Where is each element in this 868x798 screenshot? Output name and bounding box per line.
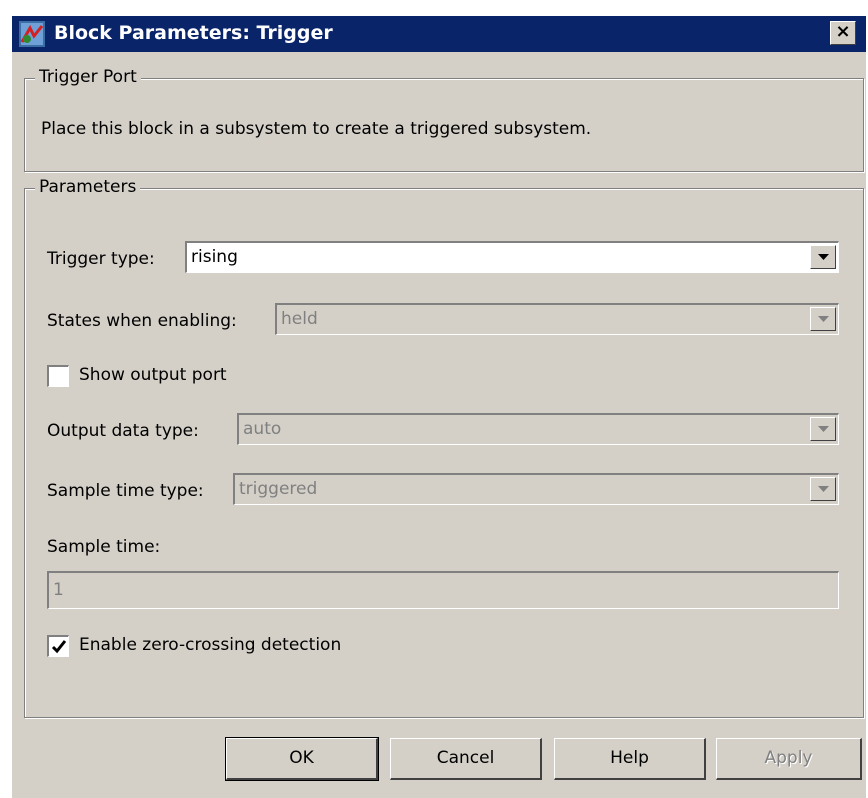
trigger-type-select[interactable]: rising <box>185 241 839 273</box>
sample-time-label: Sample time: <box>47 537 161 557</box>
output-data-type-label: Output data type: <box>47 421 199 441</box>
cancel-button[interactable]: Cancel <box>390 738 542 780</box>
ok-button[interactable]: OK <box>225 737 379 781</box>
parameters-group: Parameters Trigger type: rising States w… <box>24 177 864 718</box>
parameters-group-legend: Parameters <box>35 177 141 197</box>
title-bar[interactable]: Block Parameters: Trigger × <box>12 16 866 52</box>
chevron-down-icon <box>810 307 836 331</box>
sample-time-type-label: Sample time type: <box>47 481 204 501</box>
apply-button[interactable]: Apply <box>716 738 862 780</box>
chevron-down-icon[interactable] <box>810 245 836 269</box>
show-output-port-checkbox[interactable] <box>47 365 69 387</box>
sample-time-input[interactable]: 1 <box>47 571 839 609</box>
sample-time-value: 1 <box>53 580 64 600</box>
states-when-enabling-label: States when enabling: <box>47 311 237 331</box>
sample-time-type-value: triggered <box>239 479 318 499</box>
dialog-window: Block Parameters: Trigger × Trigger Port… <box>10 14 866 798</box>
checkmark-icon <box>51 640 67 654</box>
window-title: Block Parameters: Trigger <box>54 22 333 44</box>
close-icon: × <box>835 21 851 42</box>
sample-time-type-select[interactable]: triggered <box>233 473 839 505</box>
states-when-enabling-select[interactable]: held <box>275 303 839 335</box>
simulink-block-icon <box>18 20 46 48</box>
zero-crossing-label[interactable]: Enable zero-crossing detection <box>79 635 341 655</box>
help-button[interactable]: Help <box>554 738 706 780</box>
trigger-type-label: Trigger type: <box>47 249 155 269</box>
chevron-down-icon <box>810 417 836 441</box>
show-output-port-label[interactable]: Show output port <box>79 365 227 385</box>
description-text: Place this block in a subsystem to creat… <box>41 119 592 139</box>
trigger-type-value: rising <box>191 247 238 267</box>
zero-crossing-checkbox[interactable] <box>47 635 69 657</box>
close-button[interactable]: × <box>830 21 856 45</box>
chevron-down-icon <box>810 477 836 501</box>
states-when-enabling-value: held <box>281 309 318 329</box>
output-data-type-value: auto <box>243 419 282 439</box>
description-group: Trigger Port Place this block in a subsy… <box>24 67 864 172</box>
description-group-legend: Trigger Port <box>35 67 141 87</box>
output-data-type-select[interactable]: auto <box>237 413 839 445</box>
